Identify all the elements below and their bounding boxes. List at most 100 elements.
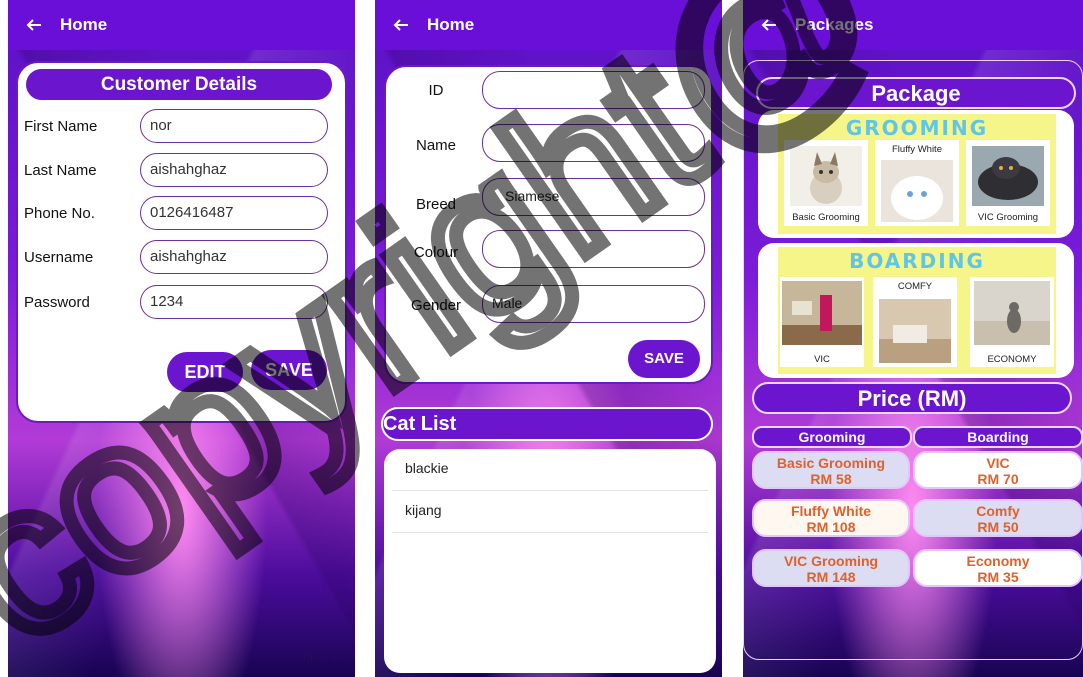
cat-photo-image: [790, 146, 862, 206]
save-button[interactable]: SAVE: [628, 340, 700, 378]
grooming-caption-fluffy: Fluffy White: [892, 144, 942, 155]
last-name-label: Last Name: [24, 162, 97, 179]
cat-details-screen: Home ID Name Breed Siamese Colour Gender…: [375, 0, 722, 677]
boarding-heading: BOARDING: [849, 249, 985, 273]
price-basic-grooming: Basic Grooming RM 58: [752, 451, 910, 489]
price-item-name: Comfy: [976, 503, 1020, 519]
first-name-label: First Name: [24, 118, 98, 135]
grooming-heading: GROOMING: [845, 116, 989, 140]
breed-row: Breed Siamese: [386, 178, 711, 218]
boarding-caption-vic: VIC: [814, 354, 830, 365]
app-bar: Home: [8, 0, 355, 50]
price-item-name: Economy: [966, 553, 1030, 569]
price-item-value: RM 35: [977, 569, 1019, 585]
list-item[interactable]: blackie: [392, 449, 708, 491]
colour-row: Colour: [386, 230, 711, 270]
phone-field[interactable]: 0126416487: [140, 196, 328, 230]
id-field[interactable]: [482, 71, 705, 109]
grooming-tile-vic[interactable]: VIC Grooming: [966, 140, 1050, 226]
gender-row: Gender Male: [386, 285, 711, 325]
cat-list-title: Cat List: [383, 413, 457, 435]
first-name-row: First Name nor: [22, 109, 342, 145]
grooming-tile-basic[interactable]: Basic Grooming: [784, 140, 868, 226]
price-item-value: RM 108: [806, 519, 856, 535]
password-field[interactable]: 1234: [140, 285, 328, 319]
edit-button[interactable]: EDIT: [167, 352, 243, 392]
cat-photo-image: [972, 146, 1044, 206]
card-title: Customer Details: [26, 69, 332, 100]
list-item[interactable]: kijang: [392, 491, 708, 533]
footer-text[interactable]: Ignorer: [303, 649, 341, 663]
price-fluffy-white: Fluffy White RM 108: [752, 499, 910, 537]
gender-label: Gender: [410, 297, 462, 314]
phone-row: Phone No. 0126416487: [22, 196, 342, 232]
price-comfy-boarding: Comfy RM 50: [913, 499, 1083, 537]
name-row: Name: [386, 124, 711, 164]
boarding-tile-comfy[interactable]: COMFY: [873, 277, 957, 367]
name-field[interactable]: [482, 124, 705, 162]
username-field[interactable]: aishahghaz: [140, 240, 328, 274]
price-item-name: VIC: [986, 455, 1010, 471]
password-row: Password 1234: [22, 285, 342, 321]
price-item-name: Fluffy White: [790, 503, 872, 519]
cat-photo-image: [881, 160, 953, 222]
app-bar: Home: [375, 0, 722, 50]
phone-label: Phone No.: [24, 205, 95, 222]
cat-list-header: Cat List: [381, 407, 713, 441]
breed-field[interactable]: Siamese: [482, 178, 705, 216]
room-photo-image: [782, 281, 862, 345]
breed-label: Breed: [415, 196, 457, 213]
price-item-value: RM 148: [806, 569, 856, 585]
packages-screen: Packages Package GROOMING Basic Grooming…: [743, 0, 1083, 677]
app-bar-title: Packages: [795, 15, 874, 34]
customer-details-screen: Home Customer Details First Name nor Las…: [8, 0, 355, 677]
grooming-section: GROOMING Basic Grooming Fluffy White VIC…: [758, 110, 1074, 238]
boarding-caption-comfy: COMFY: [897, 281, 933, 292]
id-row: ID: [386, 71, 711, 111]
back-arrow-icon[interactable]: [393, 17, 409, 33]
boarding-panel: BOARDING VIC COMFY ECONOMY: [778, 247, 1056, 374]
grooming-column-header: Grooming: [752, 426, 912, 448]
price-item-name: Basic Grooming: [776, 455, 886, 471]
password-label: Password: [24, 294, 90, 311]
grooming-caption-vic: VIC Grooming: [977, 212, 1039, 223]
price-economy-boarding: Economy RM 35: [913, 549, 1083, 587]
username-label: Username: [24, 249, 94, 266]
boarding-tile-economy[interactable]: ECONOMY: [970, 277, 1054, 367]
grooming-caption-basic: Basic Grooming: [792, 212, 860, 223]
cat-form-card: ID Name Breed Siamese Colour Gender Male…: [384, 65, 713, 384]
app-bar-title: Home: [60, 15, 108, 34]
last-name-field[interactable]: aishahghaz: [140, 153, 328, 187]
username-row: Username aishahghaz: [22, 240, 342, 276]
colour-label: Colour: [413, 244, 459, 261]
app-bar-title: Home: [427, 15, 475, 34]
room-photo-image: [879, 299, 951, 363]
app-bar: Packages: [743, 0, 1083, 50]
customer-details-card: Customer Details First Name nor Last Nam…: [16, 61, 347, 423]
grooming-panel: GROOMING Basic Grooming Fluffy White VIC…: [778, 114, 1056, 234]
price-vic-boarding: VIC RM 70: [913, 451, 1083, 489]
boarding-column-header: Boarding: [913, 426, 1083, 448]
price-item-value: RM 58: [810, 471, 852, 487]
grooming-tile-fluffy[interactable]: Fluffy White: [875, 140, 959, 226]
boarding-caption-economy: ECONOMY: [987, 354, 1037, 365]
colour-field[interactable]: [482, 230, 705, 268]
first-name-field[interactable]: nor: [140, 109, 328, 143]
room-photo-image: [974, 281, 1050, 345]
price-heading: Price (RM): [752, 382, 1072, 414]
price-item-name: VIC Grooming: [783, 553, 879, 569]
price-item-value: RM 70: [977, 471, 1019, 487]
back-arrow-icon[interactable]: [761, 17, 777, 33]
last-name-row: Last Name aishahghaz: [22, 153, 342, 189]
name-label: Name: [415, 137, 456, 154]
back-arrow-icon[interactable]: [26, 17, 42, 33]
boarding-section: BOARDING VIC COMFY ECONOMY: [758, 243, 1074, 378]
gender-field[interactable]: Male: [482, 285, 705, 323]
cat-list[interactable]: blackie kijang: [384, 449, 716, 673]
save-button[interactable]: SAVE: [251, 350, 327, 390]
package-heading: Package: [756, 77, 1076, 109]
price-item-value: RM 50: [977, 519, 1019, 535]
boarding-tile-vic[interactable]: VIC: [780, 277, 864, 367]
id-label: ID: [428, 82, 444, 99]
price-vic-grooming: VIC Grooming RM 148: [752, 549, 910, 587]
